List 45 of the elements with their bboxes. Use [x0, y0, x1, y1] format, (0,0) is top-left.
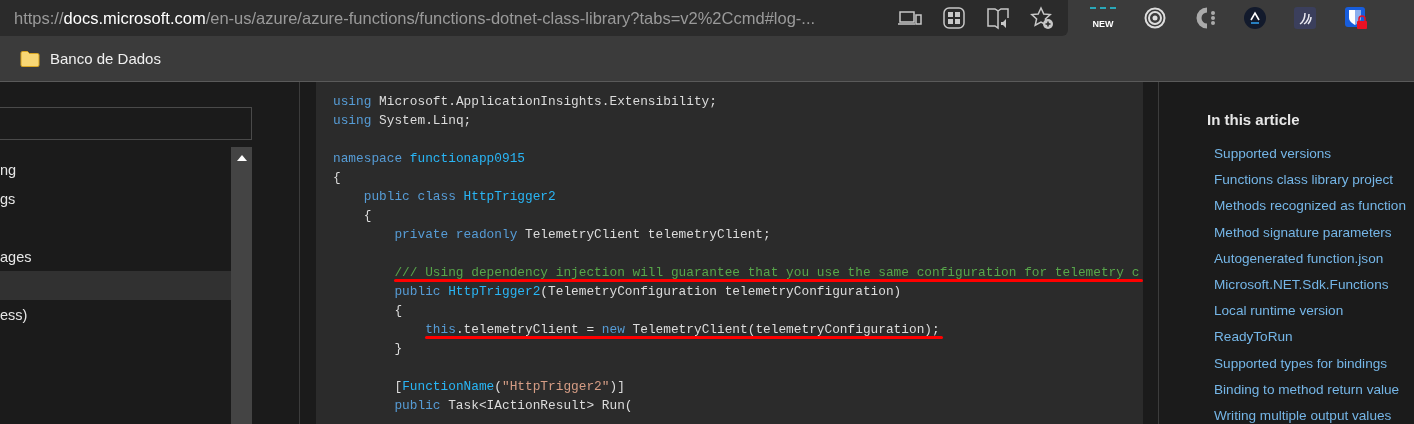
code-line: using Microsoft.ApplicationInsights.Extensibility;	[333, 94, 717, 109]
code-line: public class HttpTrigger2	[362, 189, 556, 204]
url-text: https://docs.microsoft.com/en-us/azure/azure-functions/functions-dotnet-class-library?tabs=v2%2Ccmd#log-...	[14, 8, 817, 28]
toc-link[interactable]: Autogenerated function.json	[1214, 245, 1414, 272]
nav-item[interactable]: ess)	[0, 300, 231, 329]
toc-link[interactable]: Supported types for bindings	[1214, 350, 1414, 377]
toc-heading: In this article	[1207, 110, 1301, 130]
code-line: public HttpTrigger2(TelemetryConfiguration telemetryConfiguration)	[393, 284, 902, 299]
nav-item[interactable]: ng	[0, 155, 231, 184]
toc-link[interactable]: Writing multiple output values	[1214, 402, 1414, 424]
rings-icon[interactable]	[1144, 7, 1166, 29]
nav-item[interactable]: gs	[0, 184, 231, 213]
scrollbar[interactable]	[231, 147, 252, 424]
caret-circle-icon[interactable]	[1244, 7, 1266, 29]
apps-grid-icon[interactable]	[942, 6, 966, 30]
code-line: /// Using dependency injection will guarantee that you use the same configuration for telemetry c	[393, 265, 1140, 280]
code-line: {	[362, 208, 372, 223]
toc-link[interactable]: Binding to method return value	[1214, 376, 1414, 403]
folder-icon	[20, 50, 40, 67]
add-favorite-icon[interactable]	[1030, 6, 1054, 30]
code-line: private readonly TelemetryClient telemetryClient;	[393, 227, 771, 242]
toc-link[interactable]: ReadyToRun	[1214, 324, 1414, 351]
letter-c-icon[interactable]	[1194, 6, 1216, 30]
address-bar[interactable]: https://docs.microsoft.com/en-us/azure/azure-functions/functions-dotnet-class-library?tabs=v2%2Ccmd#log-...	[0, 0, 1068, 36]
code-line: {	[333, 170, 341, 185]
toc-link[interactable]: Local runtime version	[1214, 298, 1414, 325]
swoosh-icon[interactable]	[1294, 7, 1316, 29]
filter-field[interactable]	[0, 107, 252, 140]
scroll-up-icon[interactable]	[236, 155, 247, 161]
toc-link[interactable]: Supported versions	[1214, 141, 1414, 168]
bookmark-folder[interactable]: Banco de Dados	[18, 46, 163, 71]
toc-link[interactable]: Method signature parameters	[1214, 219, 1414, 246]
code-line: this.telemetryClient = new TelemetryClient(telemetryConfiguration);	[424, 322, 940, 337]
code-line: [FunctionName("HttpTrigger2")]	[393, 379, 625, 394]
code-line: using System.Linq;	[333, 113, 472, 128]
toc-link[interactable]: Microsoft.NET.Sdk.Functions	[1214, 271, 1414, 299]
toc-link[interactable]: Methods recognized as function	[1214, 193, 1414, 220]
toc-link[interactable]: Functions class library project	[1214, 167, 1414, 194]
nav-item[interactable]: ages	[0, 242, 231, 271]
code-line: public Task<IActionResult> Run(	[393, 398, 633, 413]
code-line: }	[393, 341, 403, 356]
code-line: {	[393, 303, 403, 318]
shield-lock-icon[interactable]	[1344, 6, 1368, 30]
read-aloud-icon[interactable]	[986, 6, 1010, 30]
code-line: namespace functionapp0915	[333, 151, 525, 166]
